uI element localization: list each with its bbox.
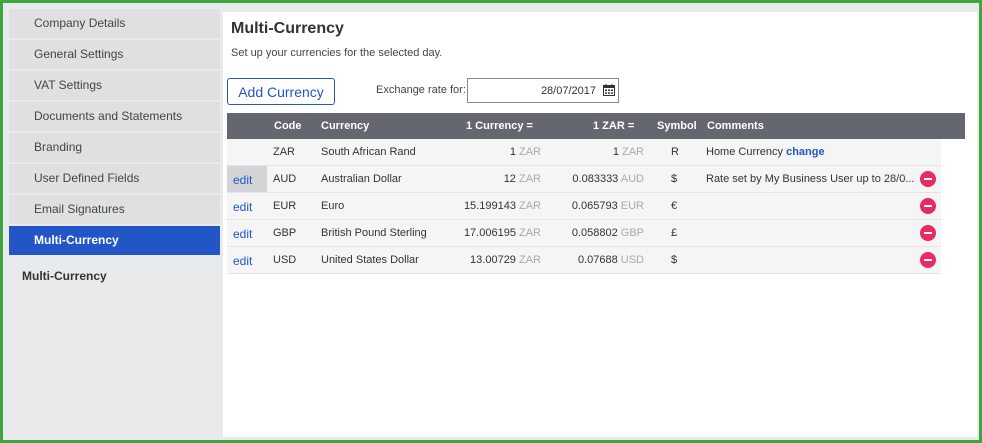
currency-code: EUR bbox=[273, 200, 297, 212]
table-header: Code Currency 1 Currency = 1 ZAR = Symbo… bbox=[227, 113, 965, 139]
column-header-code: Code bbox=[274, 120, 302, 132]
sidebar-item-company-details[interactable]: Company Details bbox=[9, 9, 220, 38]
edit-cell: edit bbox=[227, 220, 267, 246]
sidebar-item-general-settings[interactable]: General Settings bbox=[9, 40, 220, 69]
edit-usd-link[interactable]: edit bbox=[233, 254, 252, 268]
one-currency-rate: 1 ZAR bbox=[509, 146, 541, 158]
table-row: edit EUR Euro 15.199143 ZAR 0.065793 EUR… bbox=[227, 193, 941, 220]
currency-name: United States Dollar bbox=[321, 254, 419, 266]
calendar-icon[interactable] bbox=[603, 84, 615, 96]
one-zar-rate: 0.058802 GBP bbox=[571, 227, 644, 239]
currency-table: Code Currency 1 Currency = 1 ZAR = Symbo… bbox=[227, 113, 965, 274]
one-currency-rate: 13.00729 ZAR bbox=[470, 254, 541, 266]
edit-cell: edit bbox=[227, 166, 267, 192]
change-home-currency-link[interactable]: change bbox=[786, 146, 825, 158]
currency-code: ZAR bbox=[273, 146, 295, 158]
edit-cell: edit bbox=[227, 193, 267, 219]
currency-name: British Pound Sterling bbox=[321, 227, 427, 239]
currency-symbol: € bbox=[671, 200, 678, 212]
column-header-comments: Comments bbox=[707, 120, 764, 132]
exchange-rate-date-input[interactable] bbox=[468, 79, 600, 102]
add-currency-button[interactable]: Add Currency bbox=[227, 78, 335, 105]
edit-gbp-link[interactable]: edit bbox=[233, 227, 252, 241]
edit-aud-link[interactable]: edit bbox=[233, 173, 252, 187]
remove-eur-button[interactable] bbox=[920, 198, 936, 214]
sidebar-item-documents-and-statements[interactable]: Documents and Statements bbox=[9, 102, 220, 131]
table-row: edit USD United States Dollar 13.00729 Z… bbox=[227, 247, 941, 274]
currency-symbol: £ bbox=[671, 227, 678, 239]
app-frame: Company Details General Settings VAT Set… bbox=[0, 0, 982, 443]
edit-cell: edit bbox=[227, 247, 267, 273]
page-subtitle: Set up your currencies for the selected … bbox=[231, 47, 443, 59]
table-row: edit GBP British Pound Sterling 17.00619… bbox=[227, 220, 941, 247]
column-header-one-zar: 1 ZAR = bbox=[593, 120, 635, 132]
table-row: edit AUD Australian Dollar 12 ZAR 0.0833… bbox=[227, 166, 941, 193]
one-zar-rate: 0.07688 USD bbox=[577, 254, 644, 266]
currency-comment: Rate set by My Business User up to 28/0.… bbox=[706, 173, 915, 185]
currency-name: Australian Dollar bbox=[321, 173, 402, 185]
sidebar-item-vat-settings[interactable]: VAT Settings bbox=[9, 71, 220, 100]
column-header-one-currency: 1 Currency = bbox=[466, 120, 533, 132]
remove-aud-button[interactable] bbox=[920, 171, 936, 187]
column-header-symbol: Symbol bbox=[657, 120, 697, 132]
main-panel: Multi-Currency Set up your currencies fo… bbox=[223, 12, 977, 437]
sidebar-item-multi-currency[interactable]: Multi-Currency bbox=[9, 226, 220, 255]
one-currency-rate: 12 ZAR bbox=[503, 173, 541, 185]
one-zar-rate: 0.065793 EUR bbox=[571, 200, 644, 212]
currency-code: AUD bbox=[273, 173, 297, 185]
currency-code: GBP bbox=[273, 227, 297, 239]
sidebar-section-heading: Multi-Currency bbox=[22, 269, 107, 283]
currency-code: USD bbox=[273, 254, 297, 266]
sidebar-item-email-signatures[interactable]: Email Signatures bbox=[9, 195, 220, 224]
sidebar-item-user-defined-fields[interactable]: User Defined Fields bbox=[9, 164, 220, 193]
currency-symbol: R bbox=[671, 146, 679, 158]
currency-comment: Home Currency change bbox=[706, 146, 825, 158]
settings-sidebar: Company Details General Settings VAT Set… bbox=[9, 9, 220, 437]
table-row: ZAR South African Rand 1 ZAR 1 ZAR R Hom… bbox=[227, 139, 941, 166]
sidebar-item-branding[interactable]: Branding bbox=[9, 133, 220, 162]
edit-eur-link[interactable]: edit bbox=[233, 200, 252, 214]
currency-name: South African Rand bbox=[321, 146, 416, 158]
remove-usd-button[interactable] bbox=[920, 252, 936, 268]
one-currency-rate: 15.199143 ZAR bbox=[463, 200, 541, 212]
currency-symbol: $ bbox=[671, 173, 678, 185]
one-zar-rate: 1 ZAR bbox=[612, 146, 644, 158]
currency-name: Euro bbox=[321, 200, 345, 212]
one-zar-rate: 0.083333 AUD bbox=[572, 173, 644, 185]
column-header-currency: Currency bbox=[321, 120, 370, 132]
exchange-rate-date-picker[interactable] bbox=[467, 78, 619, 103]
page-title: Multi-Currency bbox=[231, 20, 344, 37]
one-currency-rate: 17.006195 ZAR bbox=[463, 227, 541, 239]
currency-symbol: $ bbox=[671, 254, 678, 266]
exchange-rate-label: Exchange rate for: bbox=[376, 84, 466, 96]
remove-gbp-button[interactable] bbox=[920, 225, 936, 241]
